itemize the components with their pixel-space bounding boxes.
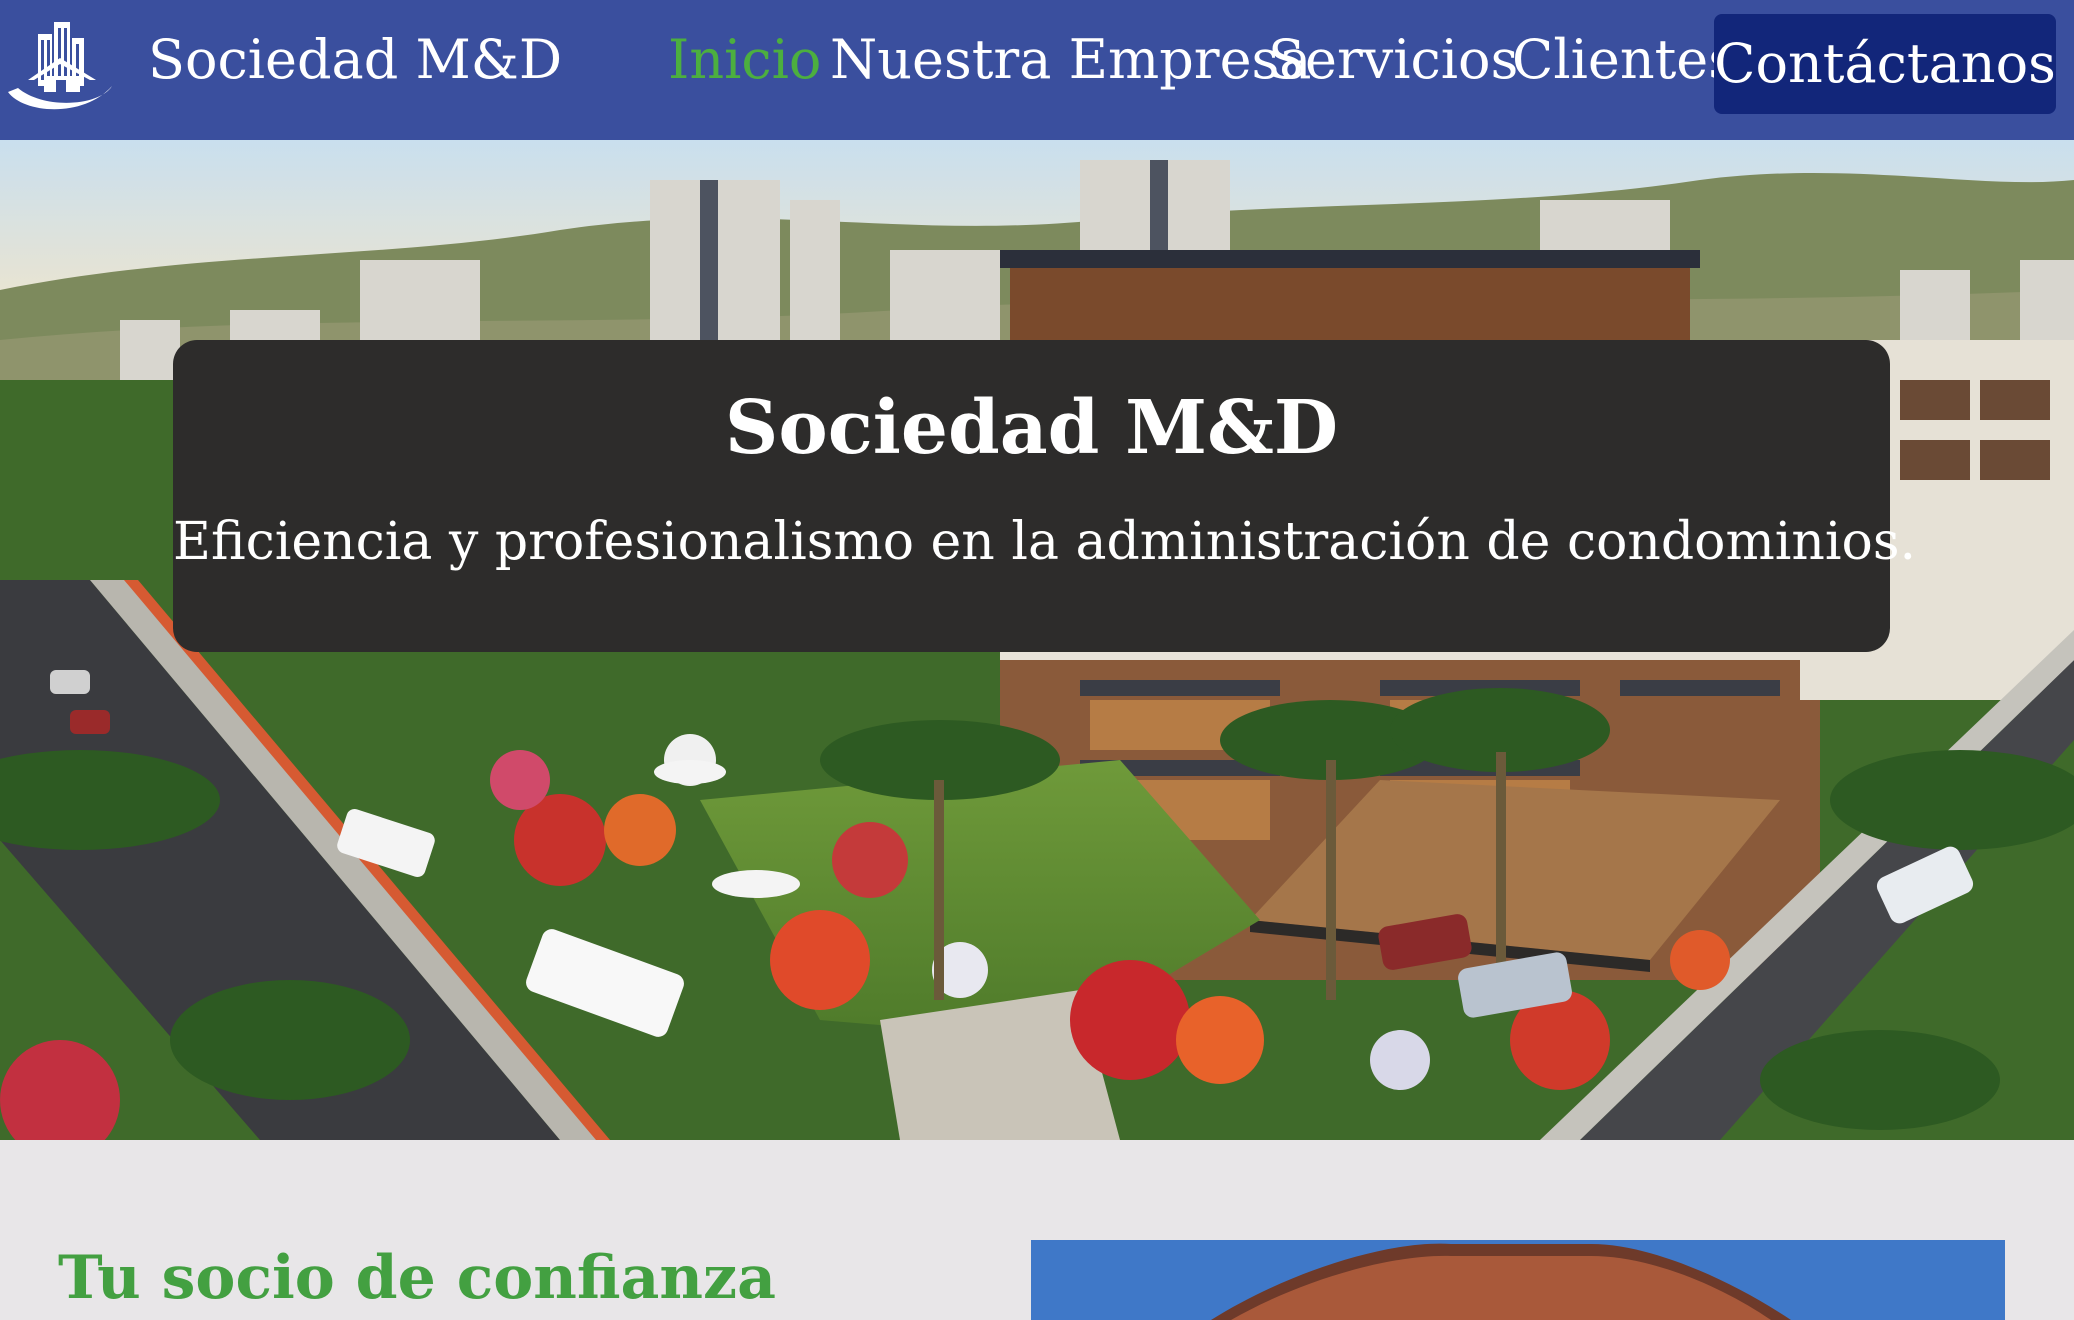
contact-button[interactable]: Contáctanos <box>1714 14 2056 114</box>
nav-inicio[interactable]: Inicio <box>668 28 821 92</box>
building-house-logo-icon[interactable] <box>4 14 116 114</box>
about-section: Tu socio de confianza <box>0 1140 2074 1320</box>
site-header: Sociedad M&D Inicio Nuestra Empresa Serv… <box>0 0 2074 140</box>
building-photo <box>1031 1240 2005 1320</box>
nav-clientes[interactable]: Clientes <box>1512 28 1736 92</box>
hero-card: Sociedad M&D Eficiencia y profesionalism… <box>173 340 1917 652</box>
hero-subtitle: Eficiencia y profesionalismo en la admin… <box>173 512 1917 572</box>
hero-section: Sociedad M&D Eficiencia y profesionalism… <box>0 140 2074 1140</box>
hero-title: Sociedad M&D <box>724 385 1339 471</box>
brand-name[interactable]: Sociedad M&D <box>148 28 562 92</box>
nav-servicios[interactable]: Servicios <box>1268 28 1518 92</box>
section-title: Tu socio de confianza <box>58 1243 776 1313</box>
nav-nuestra-empresa[interactable]: Nuestra Empresa <box>830 28 1311 92</box>
